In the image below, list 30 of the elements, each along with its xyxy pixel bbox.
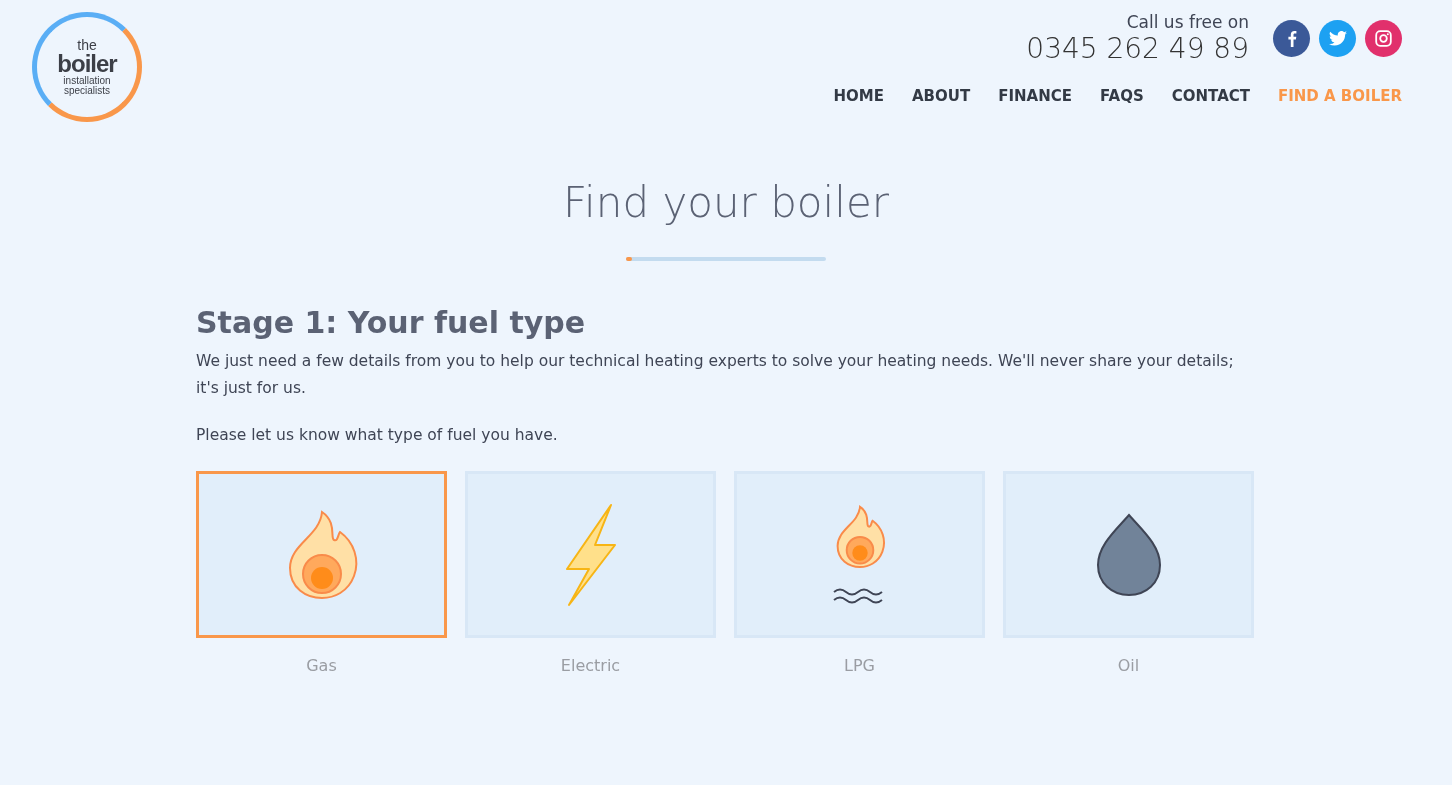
fuel-label: Oil bbox=[1117, 656, 1140, 675]
fuel-option[interactable] bbox=[196, 471, 447, 638]
social-link[interactable] bbox=[1319, 20, 1356, 57]
stage-heading: Stage 1: Your fuel type bbox=[196, 305, 587, 340]
bird-icon bbox=[1328, 31, 1347, 46]
social-link[interactable] bbox=[1365, 20, 1402, 57]
fuel-label: Electric bbox=[560, 656, 621, 675]
nav-link[interactable]: FINANCE bbox=[998, 87, 1073, 105]
phone-number: 0345 262 49 89 bbox=[1026, 32, 1249, 65]
camera-icon bbox=[1375, 30, 1392, 47]
nav-link[interactable]: ABOUT bbox=[912, 87, 971, 105]
page-title: Find your boiler bbox=[563, 178, 889, 227]
call-label: Call us free on bbox=[1126, 12, 1249, 32]
logo[interactable]: the boiler installation specialists bbox=[32, 12, 142, 122]
logo-text: boiler bbox=[57, 52, 117, 76]
drop-icon bbox=[1095, 512, 1162, 597]
nav-link[interactable]: HOME bbox=[833, 87, 884, 105]
nav-link[interactable]: FAQS bbox=[1100, 87, 1144, 105]
logo-text: the bbox=[77, 38, 97, 52]
fuel-label: Gas bbox=[306, 656, 337, 675]
nav-link[interactable]: CONTACT bbox=[1171, 87, 1250, 105]
flame-over-waves-icon bbox=[831, 503, 888, 606]
logo-text: specialists bbox=[63, 86, 111, 96]
prompt-text: Please let us know what type of fuel you have. bbox=[196, 425, 559, 446]
logo-text: installation bbox=[63, 76, 111, 86]
facebook-icon bbox=[1286, 30, 1297, 47]
fuel-label: LPG bbox=[844, 656, 875, 675]
intro-text: We just need a few details from you to help our technical heating experts to solve your heating needs. We'll never share your details; it's just for us. bbox=[196, 351, 1235, 399]
lightning-icon bbox=[564, 502, 617, 607]
social-link[interactable] bbox=[1273, 20, 1310, 57]
